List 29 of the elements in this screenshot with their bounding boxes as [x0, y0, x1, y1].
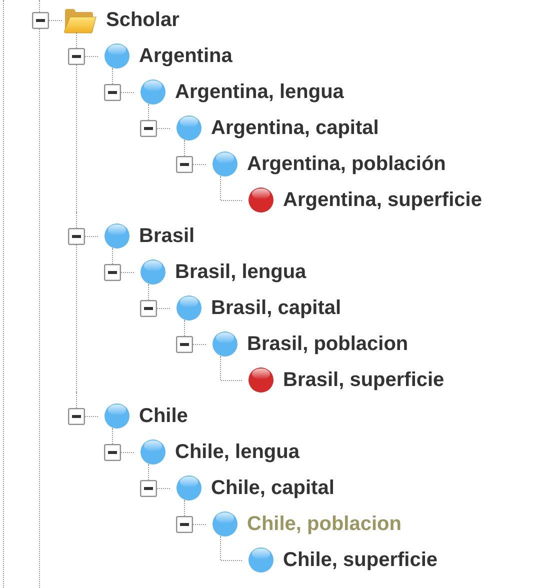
tree-item-label[interactable]: Chile, capital [211, 476, 334, 500]
collapse-toggle[interactable] [104, 84, 121, 100]
tree-item-label[interactable]: Argentina, capital [211, 116, 379, 140]
collapse-toggle[interactable] [68, 48, 85, 64]
collapse-toggle[interactable] [176, 336, 193, 352]
tree-item-label[interactable]: Chile, lengua [175, 440, 300, 464]
tree-item-label[interactable]: Argentina, población [247, 152, 446, 176]
tree-item-label[interactable]: Brasil, lengua [175, 260, 306, 284]
collapse-toggle[interactable] [104, 264, 121, 280]
tree-item-label[interactable]: Scholar [106, 8, 180, 32]
tree-item-label[interactable]: Brasil [139, 224, 195, 248]
tree-item-label[interactable]: Argentina, superficie [283, 188, 482, 212]
collapse-toggle[interactable] [140, 300, 157, 316]
folder-icon [63, 6, 97, 34]
tree-item-label[interactable]: Argentina [139, 44, 232, 68]
collapse-toggle[interactable] [32, 12, 49, 28]
tree-item-label[interactable]: Brasil, capital [211, 296, 342, 320]
collapse-toggle[interactable] [140, 120, 157, 136]
tree-item-label[interactable]: Brasil, superficie [283, 368, 444, 392]
tree-item-label[interactable]: Argentina, lengua [175, 80, 344, 104]
tree-item-label[interactable]: Chile [139, 404, 188, 428]
tree-item-label[interactable]: Brasil, poblacion [247, 332, 408, 356]
collapse-toggle[interactable] [68, 408, 85, 424]
collapse-toggle[interactable] [68, 228, 85, 244]
collapse-toggle[interactable] [176, 156, 193, 172]
tree-item-label[interactable]: Chile, superficie [283, 548, 438, 572]
collapse-toggle[interactable] [176, 516, 193, 532]
collapse-toggle[interactable] [140, 480, 157, 496]
collapse-toggle[interactable] [104, 444, 121, 460]
